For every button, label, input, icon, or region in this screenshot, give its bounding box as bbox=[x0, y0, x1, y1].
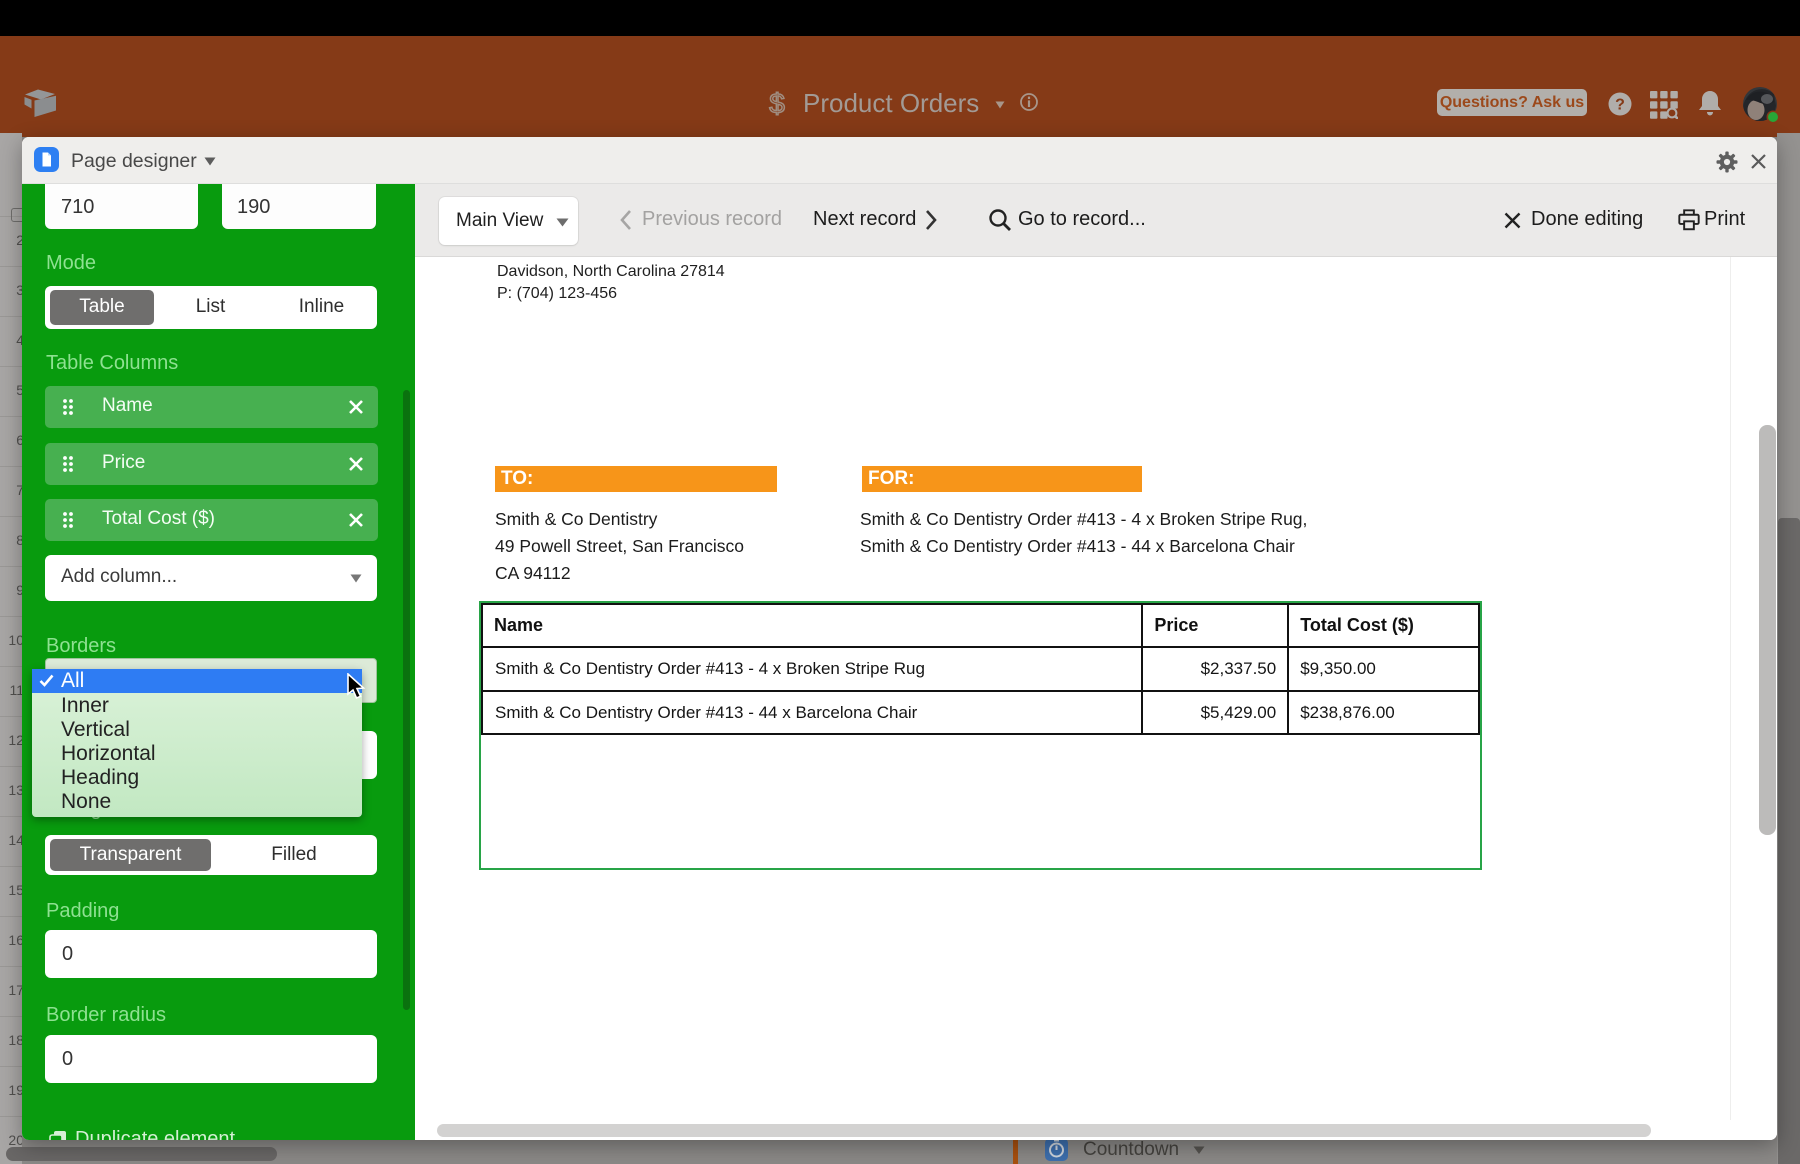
svg-text:?: ? bbox=[1615, 97, 1625, 114]
svg-text:$: $ bbox=[769, 88, 785, 119]
